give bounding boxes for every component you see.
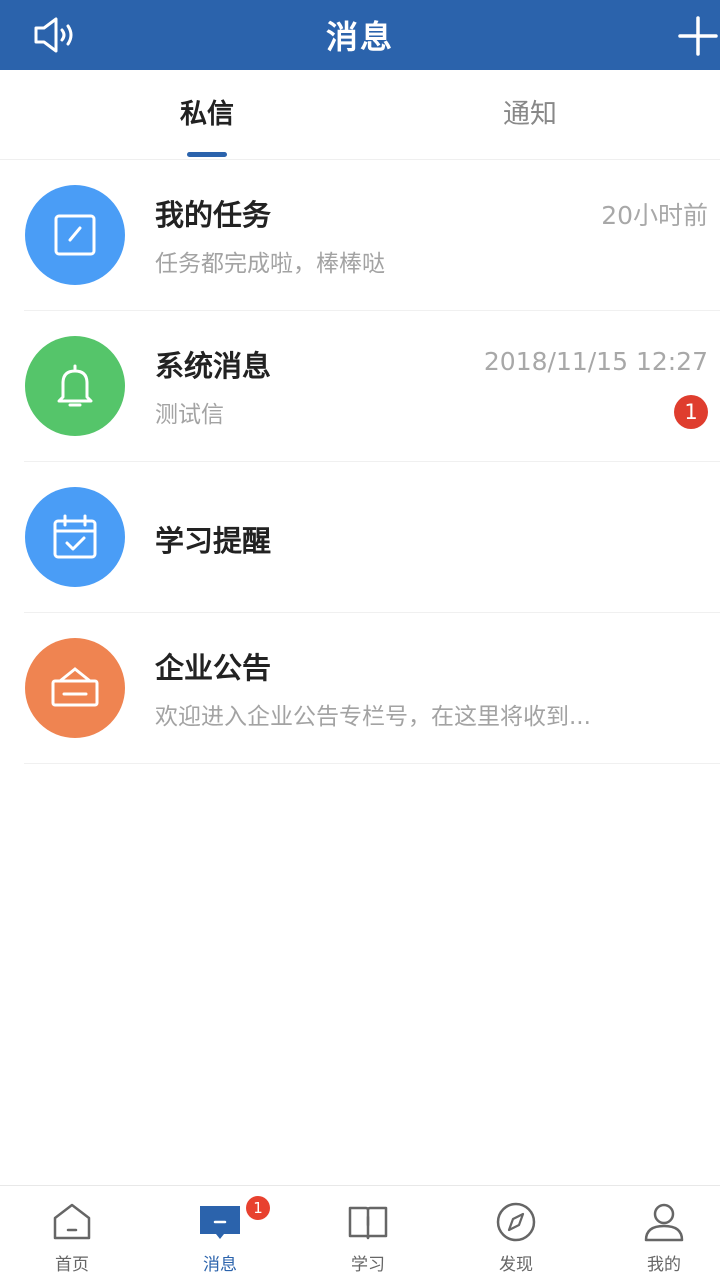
user-icon bbox=[644, 1203, 684, 1242]
announcement-avatar bbox=[25, 638, 125, 738]
message-tabs: 私信 通知 bbox=[0, 70, 720, 160]
conversation-time: 2018/11/15 12:27 bbox=[483, 347, 708, 376]
nav-messages[interactable]: 消息 bbox=[148, 1186, 292, 1280]
unread-badge: 1 bbox=[674, 395, 708, 429]
bell-icon bbox=[57, 364, 93, 407]
conversation-name: 系统消息 bbox=[155, 349, 272, 383]
nav-home[interactable]: 首页 bbox=[0, 1186, 144, 1280]
conversation-preview: 任务都完成啦，棒棒哒 bbox=[155, 251, 385, 277]
book-icon bbox=[348, 1206, 388, 1240]
nav-label: 我的 bbox=[647, 1255, 681, 1275]
conversation-preview: 欢迎进入企业公告专栏号，在这里将收到... bbox=[155, 704, 591, 730]
add-icon[interactable] bbox=[676, 14, 720, 58]
edit-icon bbox=[54, 214, 96, 256]
divider bbox=[24, 763, 720, 764]
tab-notifications[interactable]: 通知 bbox=[430, 70, 630, 160]
message-list: 我的任务 任务都完成啦，棒棒哒 20小时前 系统消息 测试信 2018/11/1… bbox=[0, 160, 720, 764]
task-avatar bbox=[25, 185, 125, 285]
page-title: 消息 bbox=[325, 18, 394, 56]
conversation-name: 企业公告 bbox=[155, 651, 272, 685]
compass-icon bbox=[496, 1202, 536, 1242]
nav-label: 消息 bbox=[203, 1255, 237, 1275]
list-item-company-announcement[interactable]: 企业公告 欢迎进入企业公告专栏号，在这里将收到... bbox=[0, 613, 720, 764]
study-avatar bbox=[25, 487, 125, 587]
announcement-board-icon bbox=[51, 667, 99, 707]
list-item-study-reminder[interactable]: 学习提醒 bbox=[0, 462, 720, 613]
tab-private-messages[interactable]: 私信 bbox=[107, 70, 307, 160]
speaker-icon[interactable] bbox=[30, 14, 78, 56]
conversation-time: 20小时前 bbox=[601, 201, 708, 230]
bottom-navigation: 首页 消息 1 学习 发现 我的 bbox=[0, 1185, 720, 1280]
nav-label: 发现 bbox=[499, 1255, 533, 1275]
top-bar: 消息 bbox=[0, 0, 720, 70]
list-item-system-messages[interactable]: 系统消息 测试信 2018/11/15 12:27 1 bbox=[0, 311, 720, 462]
active-tab-indicator bbox=[187, 152, 227, 157]
list-item-my-tasks[interactable]: 我的任务 任务都完成啦，棒棒哒 20小时前 bbox=[0, 160, 720, 311]
system-avatar bbox=[25, 336, 125, 436]
conversation-name: 我的任务 bbox=[155, 198, 272, 232]
message-icon bbox=[200, 1206, 240, 1239]
nav-label: 首页 bbox=[55, 1255, 89, 1275]
home-icon bbox=[53, 1203, 91, 1240]
calendar-check-icon bbox=[53, 514, 97, 559]
nav-unread-badge: 1 bbox=[246, 1196, 270, 1220]
conversation-name: 学习提醒 bbox=[155, 524, 272, 558]
conversation-preview: 测试信 bbox=[155, 402, 224, 428]
nav-me[interactable]: 我的 bbox=[592, 1186, 720, 1280]
nav-label: 学习 bbox=[351, 1255, 385, 1275]
nav-discover[interactable]: 发现 bbox=[444, 1186, 588, 1280]
nav-study[interactable]: 学习 bbox=[296, 1186, 440, 1280]
